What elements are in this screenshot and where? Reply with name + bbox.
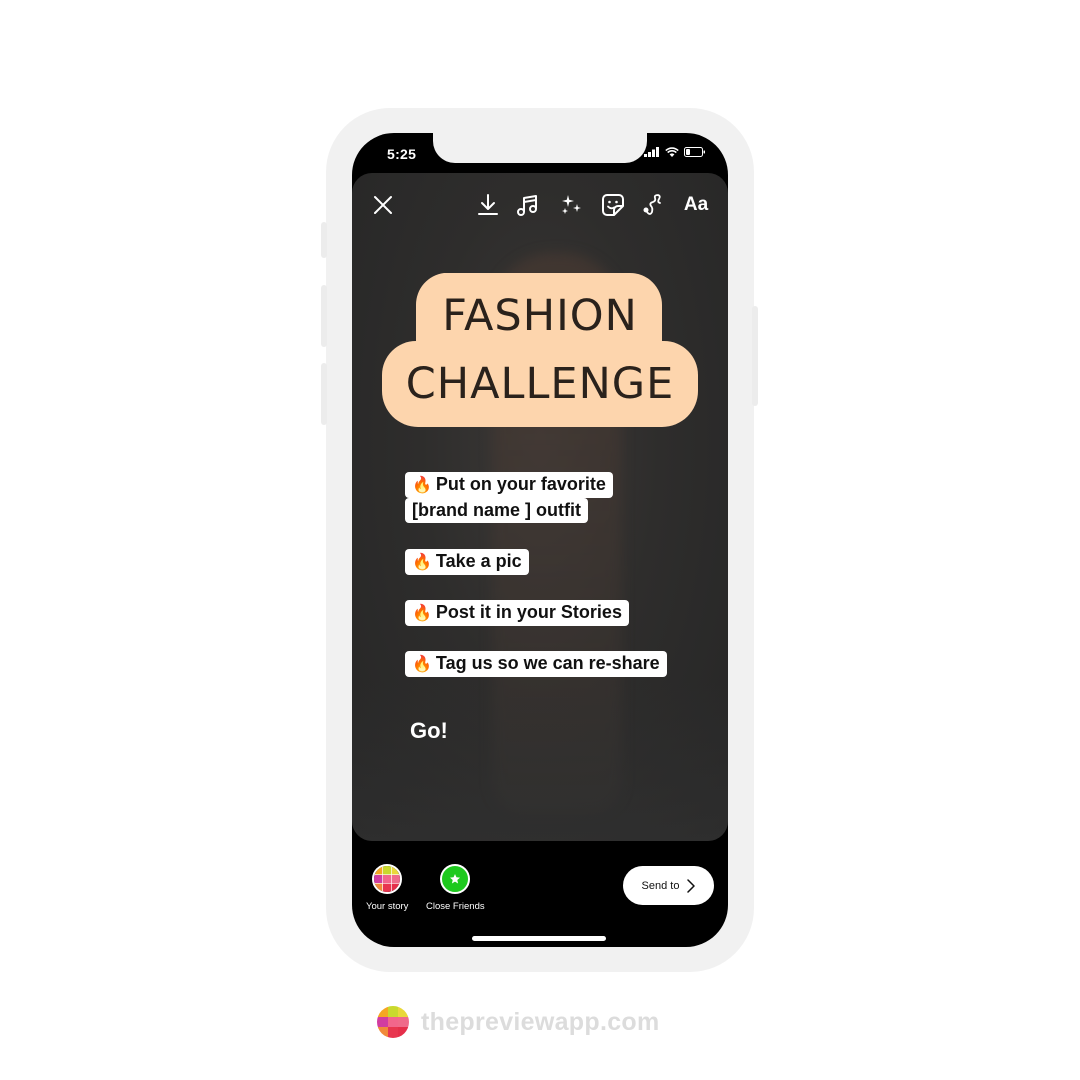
download-button[interactable] bbox=[474, 191, 502, 219]
your-story-button[interactable]: Your story bbox=[366, 864, 408, 912]
close-icon bbox=[374, 196, 392, 214]
signal-icon bbox=[644, 147, 659, 157]
star-icon bbox=[450, 874, 461, 884]
preview-app-logo-icon bbox=[377, 1006, 409, 1038]
effects-button[interactable] bbox=[557, 191, 585, 219]
logo-cell bbox=[387, 1006, 399, 1017]
brand-footer: thepreviewapp.com bbox=[377, 1006, 660, 1038]
phone-power-button bbox=[752, 306, 758, 406]
logo-cell bbox=[377, 1006, 388, 1017]
step-sticker-1-line-1[interactable]: 🔥 Put on your favorite bbox=[405, 472, 613, 498]
step-text: Post it in your Stories bbox=[435, 602, 622, 622]
logo-cell bbox=[377, 1016, 388, 1028]
phone-side-button bbox=[321, 222, 327, 258]
fire-icon: 🔥 bbox=[412, 477, 432, 494]
close-friends-label: Close Friends bbox=[426, 901, 485, 912]
logo-cell bbox=[377, 1027, 388, 1038]
draw-icon bbox=[643, 194, 661, 215]
logo-cell bbox=[387, 1027, 399, 1038]
close-friends-avatar bbox=[440, 864, 471, 894]
step-sticker-3[interactable]: 🔥 Post it in your Stories bbox=[405, 600, 629, 626]
text-icon: Aa bbox=[683, 194, 709, 215]
story-canvas[interactable]: Aa FASHION CHALLENGE 🔥 Put on your favori… bbox=[352, 173, 728, 841]
sticker-button[interactable] bbox=[599, 191, 627, 219]
fire-icon: 🔥 bbox=[412, 554, 432, 571]
title-line-2: CHALLENGE bbox=[405, 359, 675, 409]
battery-icon bbox=[684, 147, 705, 157]
draw-button[interactable] bbox=[640, 191, 668, 219]
fire-icon: 🔥 bbox=[412, 605, 432, 622]
phone-screen: 5:25 Aa FASHION CHALLENGE 🔥 Put on your … bbox=[352, 133, 728, 947]
close-friends-button[interactable]: Close Friends bbox=[426, 864, 485, 912]
send-to-button[interactable]: Send to bbox=[623, 866, 714, 905]
logo-cell bbox=[398, 1016, 409, 1028]
logo-cell bbox=[398, 1027, 409, 1038]
your-story-label: Your story bbox=[366, 901, 409, 912]
step-text: Put on your favorite bbox=[435, 474, 606, 494]
step-text: [brand name ] outfit bbox=[412, 500, 581, 520]
wifi-icon bbox=[665, 147, 679, 157]
step-text: Take a pic bbox=[435, 551, 522, 571]
background-photo-floor bbox=[352, 681, 728, 841]
status-icons bbox=[644, 147, 706, 157]
chevron-right-icon bbox=[687, 878, 696, 893]
download-icon bbox=[478, 194, 498, 215]
closing-text[interactable]: Go! bbox=[410, 718, 448, 744]
notch bbox=[433, 133, 647, 163]
title-line-1: FASHION bbox=[442, 291, 638, 341]
fire-icon: 🔥 bbox=[412, 656, 432, 673]
story-toolbar: Aa bbox=[352, 173, 728, 235]
send-to-label: Send to bbox=[641, 879, 680, 892]
music-icon bbox=[517, 195, 537, 216]
phone-volume-down-button bbox=[321, 363, 327, 425]
step-text: Tag us so we can re-share bbox=[435, 653, 660, 673]
home-indicator[interactable] bbox=[472, 936, 606, 941]
brand-text: thepreviewapp.com bbox=[421, 1007, 660, 1036]
preview-app-logo-icon bbox=[374, 866, 401, 892]
step-sticker-4[interactable]: 🔥 Tag us so we can re-share bbox=[405, 651, 667, 677]
logo-cell bbox=[387, 1016, 399, 1028]
phone-volume-up-button bbox=[321, 285, 327, 347]
logo-cell bbox=[398, 1006, 409, 1017]
your-story-avatar bbox=[372, 864, 403, 894]
status-time: 5:25 bbox=[387, 146, 417, 162]
step-sticker-2[interactable]: 🔥 Take a pic bbox=[405, 549, 529, 575]
share-bar: Your story Close Friends Send to bbox=[352, 841, 728, 947]
music-button[interactable] bbox=[514, 191, 542, 219]
close-button[interactable] bbox=[369, 191, 397, 219]
sticker-icon bbox=[602, 194, 624, 216]
text-tool-button[interactable]: Aa bbox=[680, 191, 712, 219]
step-sticker-1-line-2[interactable]: [brand name ] outfit bbox=[405, 498, 588, 523]
effects-icon bbox=[562, 195, 581, 214]
